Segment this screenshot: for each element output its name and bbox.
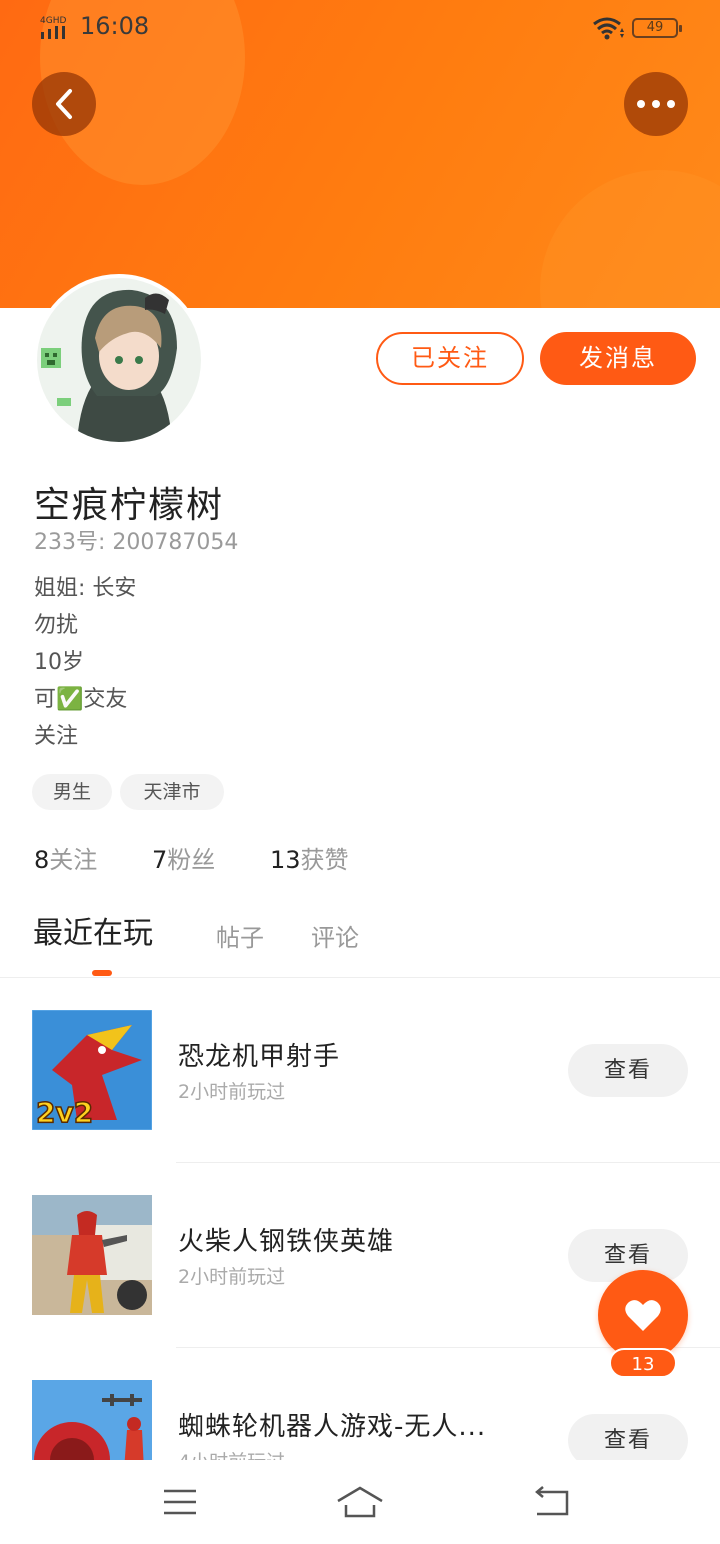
avatar[interactable]: [33, 274, 205, 446]
stat-count: 13: [270, 846, 301, 874]
bio-line: 勿扰: [34, 613, 79, 638]
chevron-left-icon: [56, 89, 72, 119]
svg-text:2v2: 2v2: [36, 1096, 93, 1129]
home-button[interactable]: [336, 1480, 384, 1524]
recent-games-list: 2v2 恐龙机甲射手 2小时前玩过 查看 火柴人钢铁侠英雄 2小时前玩过 查看: [0, 980, 720, 1460]
user-id-value: 200787054: [112, 530, 239, 555]
heart-icon: [625, 1300, 661, 1331]
stat-followers[interactable]: 7粉丝: [152, 840, 215, 875]
profile-username: 空痕柠檬树: [34, 485, 225, 526]
profile-tabs: 最近在玩 帖子 评论: [0, 908, 720, 978]
game-name: 蜘蛛轮机器人游戏-无人...: [178, 1412, 487, 1442]
game-row[interactable]: 2v2 恐龙机甲射手 2小时前玩过 查看: [0, 980, 720, 1165]
bio-line: 可✅交友: [34, 687, 128, 712]
game-name: 火柴人钢铁侠英雄: [178, 1227, 395, 1257]
view-game-button[interactable]: 查看: [568, 1044, 688, 1097]
return-icon: [535, 1486, 569, 1516]
menu-button[interactable]: [156, 1480, 204, 1524]
stat-label: 粉丝: [167, 846, 216, 874]
wifi-icon: [593, 17, 624, 40]
game-icon-spider-wheel-robot: [32, 1380, 152, 1460]
status-bar: 4GHD 16:08 49: [0, 0, 720, 54]
stat-following[interactable]: 8关注: [34, 840, 97, 875]
user-id-label: 233号:: [34, 530, 106, 555]
tab-posts[interactable]: 帖子: [216, 918, 264, 953]
send-message-button[interactable]: 发消息: [540, 332, 696, 385]
stat-label: 获赞: [300, 846, 349, 874]
status-time: 16:08: [80, 12, 150, 40]
game-icon-dino-mech: 2v2: [32, 1010, 152, 1130]
tab-recently-played[interactable]: 最近在玩: [33, 908, 153, 952]
battery-icon: 49: [632, 18, 682, 38]
stat-likes[interactable]: 13获赞: [270, 840, 349, 875]
like-button[interactable]: [598, 1270, 688, 1360]
game-played-time: 4小时前玩过: [178, 1447, 285, 1460]
more-options-button[interactable]: [624, 72, 688, 136]
more-dots-icon: [637, 100, 675, 108]
game-icon-stickman-ironman: [32, 1195, 152, 1315]
profile-user-id: 233号: 200787054: [34, 524, 238, 556]
bio-line: 姐姐: 长安: [34, 576, 137, 601]
bio-line: 关注: [34, 724, 79, 749]
active-tab-indicator: [92, 970, 112, 976]
location-tag: 天津市: [120, 774, 224, 810]
home-icon: [337, 1486, 383, 1518]
system-navigation-bar: [0, 1460, 720, 1544]
network-type-label: 4GHD: [40, 16, 66, 26]
tab-comments[interactable]: 评论: [311, 918, 359, 953]
bio-line: 10岁: [34, 650, 84, 675]
avatar-image: [37, 278, 201, 442]
stat-count: 7: [152, 846, 168, 874]
like-count-badge: 13: [609, 1348, 677, 1378]
game-played-time: 2小时前玩过: [178, 1266, 286, 1288]
stat-count: 8: [34, 846, 50, 874]
signal-icon: 4GHD: [40, 16, 66, 39]
banner-decoration: [540, 170, 720, 308]
back-nav-button[interactable]: [526, 1480, 574, 1524]
list-divider: [176, 1162, 720, 1163]
game-name: 恐龙机甲射手: [178, 1042, 341, 1072]
gender-tag: 男生: [32, 774, 112, 810]
back-button[interactable]: [32, 72, 96, 136]
menu-icon: [164, 1489, 196, 1515]
stat-label: 关注: [49, 846, 98, 874]
followed-button[interactable]: 已关注: [376, 332, 524, 385]
view-game-button[interactable]: 查看: [568, 1414, 688, 1460]
profile-bio: 姐姐: 长安 勿扰 10岁 可✅交友 关注: [34, 570, 136, 755]
game-played-time: 2小时前玩过: [178, 1081, 286, 1103]
